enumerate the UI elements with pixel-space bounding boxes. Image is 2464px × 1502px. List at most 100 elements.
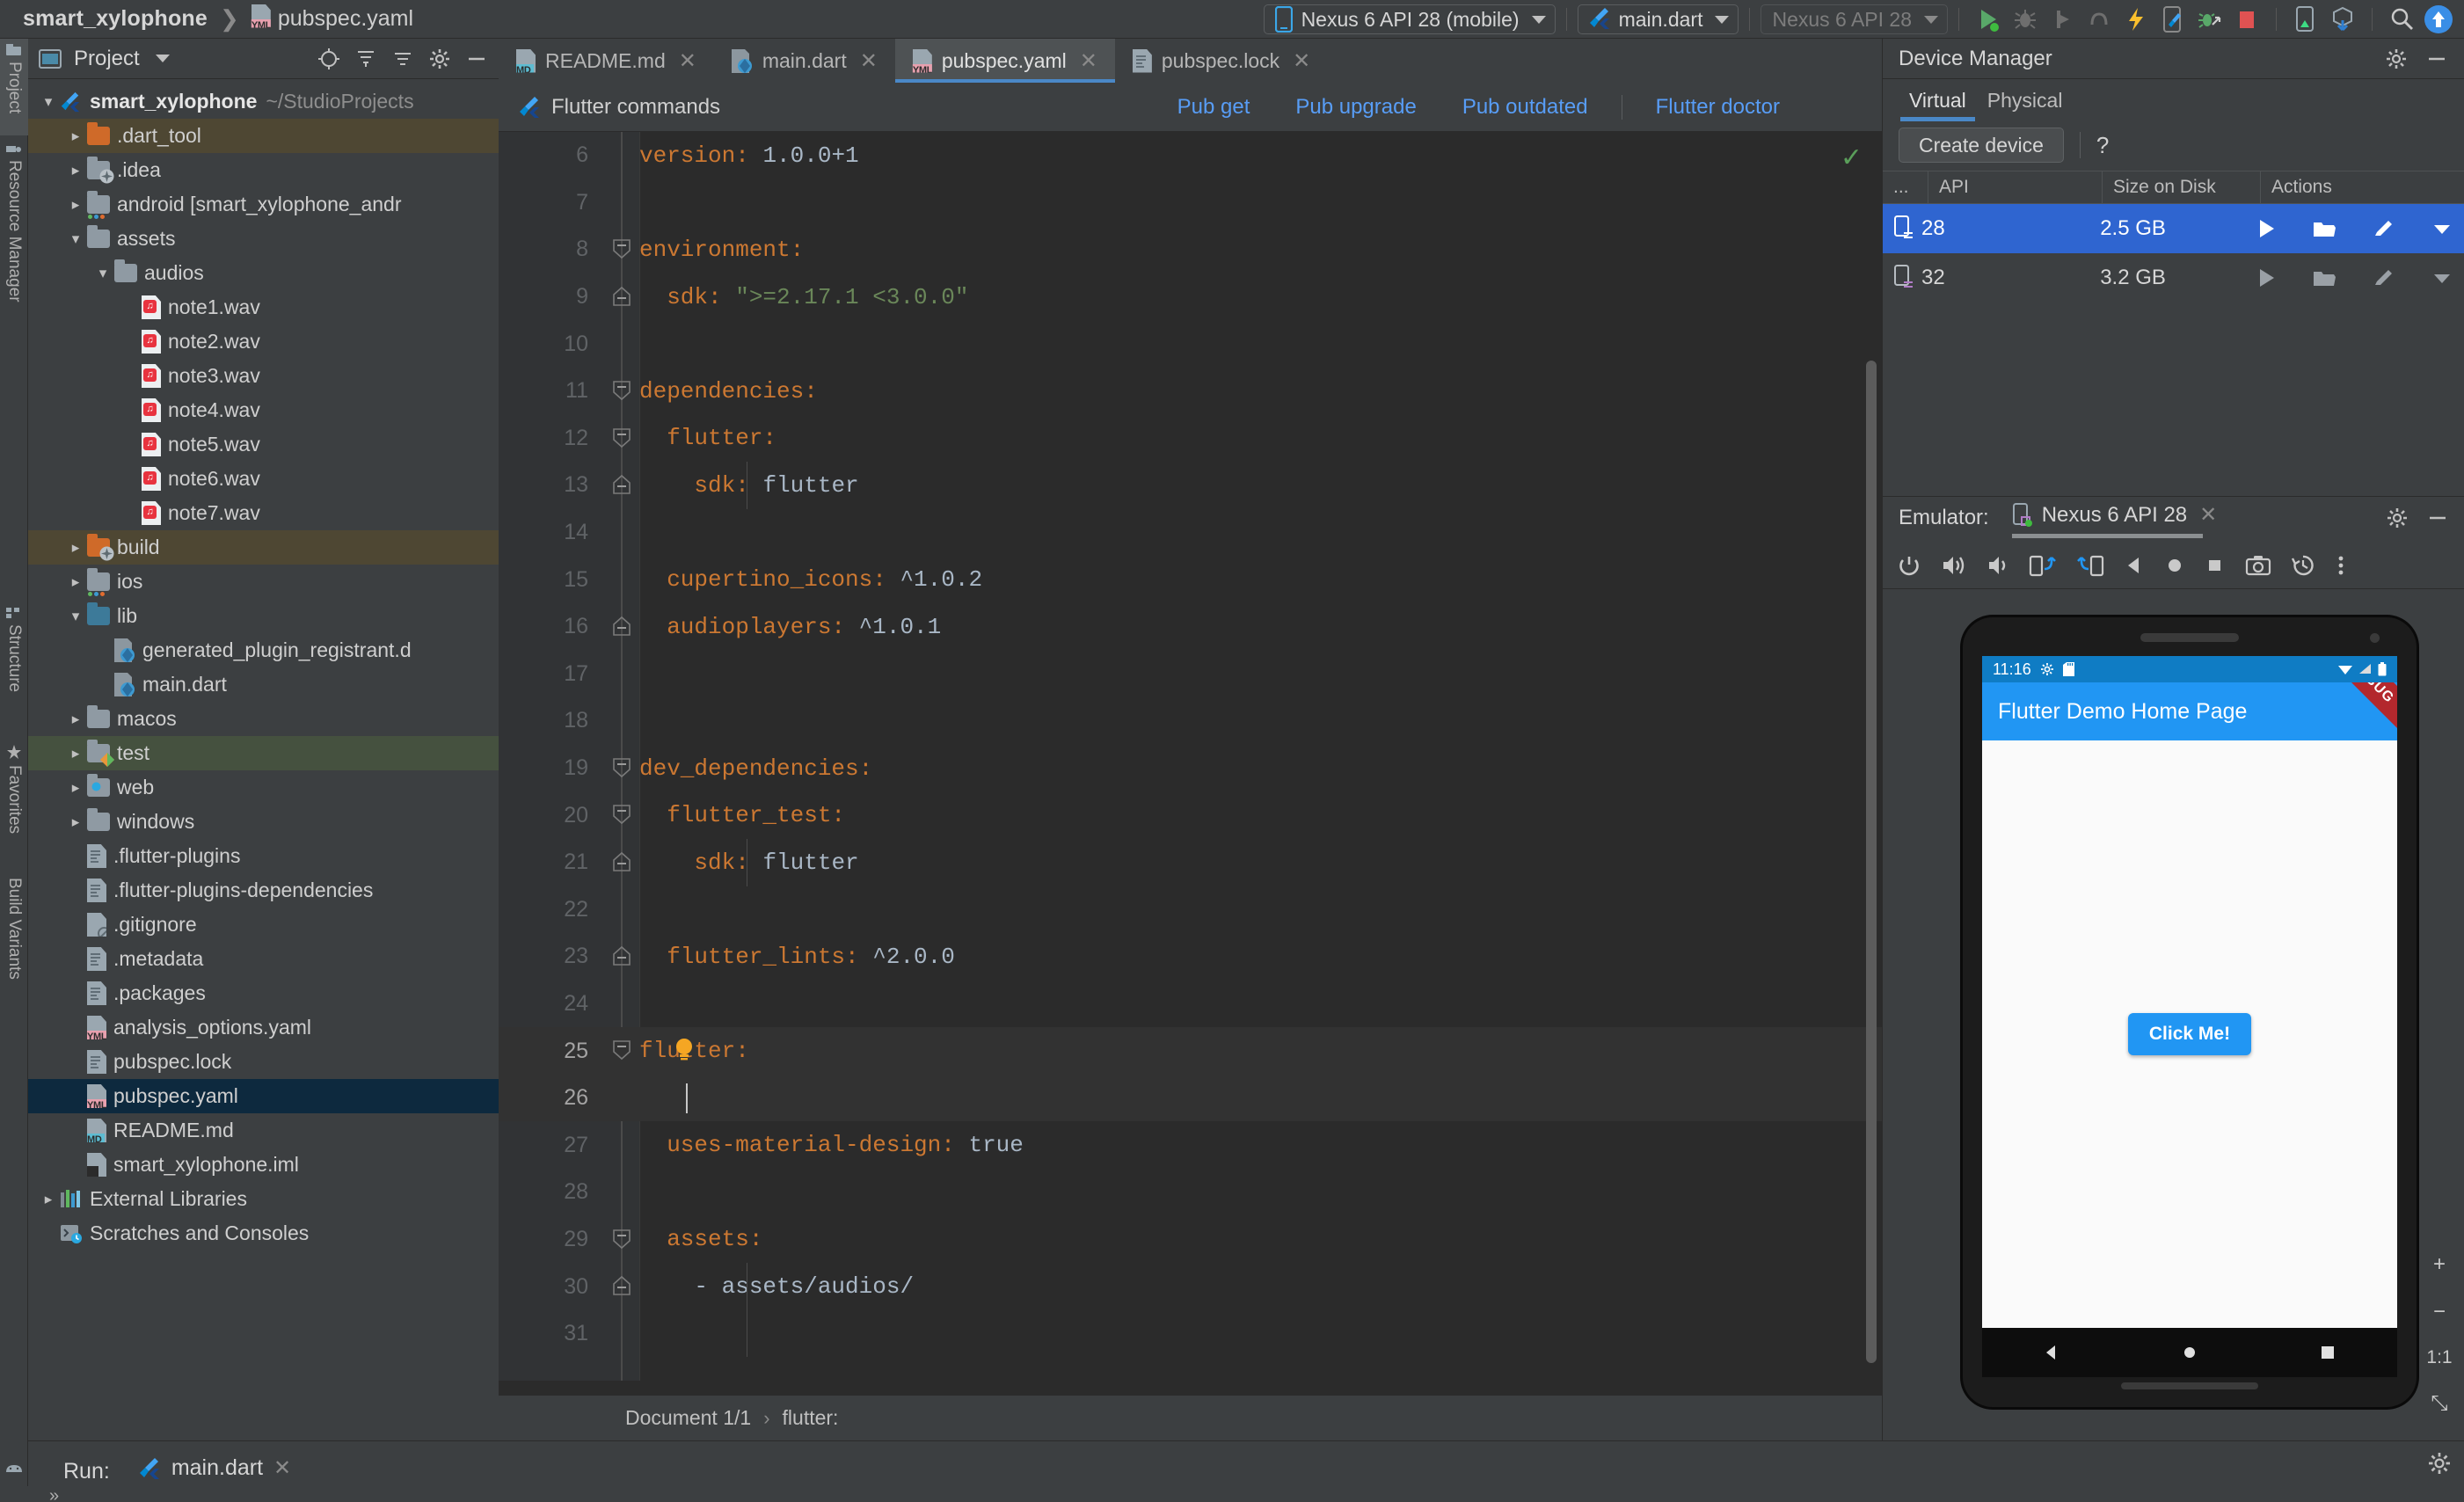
- create-device-button[interactable]: Create device: [1899, 128, 2064, 163]
- tree-row[interactable]: ▸ generated_plugin_registrant.d: [28, 633, 499, 667]
- collapse-all-icon[interactable]: [391, 47, 414, 70]
- home-icon[interactable]: [2164, 554, 2185, 577]
- avatar-icon[interactable]: [2420, 1, 2457, 38]
- fold-minus-icon[interactable]: [611, 238, 632, 259]
- chevron-down-icon[interactable]: [2431, 217, 2453, 240]
- code-line[interactable]: 30 - assets/audios/: [499, 1263, 1882, 1310]
- hide-panel-icon[interactable]: [2425, 47, 2448, 70]
- tree-expander[interactable]: ▾: [37, 93, 60, 111]
- code-line[interactable]: 13 sdk: flutter: [499, 462, 1882, 509]
- tree-row[interactable]: ▸ pubspec.lock: [28, 1045, 499, 1079]
- flutter-command-link[interactable]: Pub outdated: [1440, 95, 1611, 120]
- device-manager-tab[interactable]: Virtual: [1899, 89, 1977, 121]
- device-table-column-header[interactable]: Size on Disk: [2103, 171, 2261, 204]
- tree-row[interactable]: ▸ .dart_tool: [28, 119, 499, 153]
- code-line[interactable]: 19 dev_dependencies:: [499, 745, 1882, 792]
- code-line[interactable]: 24: [499, 981, 1882, 1028]
- fold-minus-end-icon[interactable]: [611, 286, 632, 307]
- tree-expander[interactable]: ▸: [64, 539, 87, 557]
- code-line[interactable]: 29 assets:: [499, 1216, 1882, 1264]
- tree-row[interactable]: ▸ External Libraries: [28, 1182, 499, 1216]
- overview-icon[interactable]: [2205, 554, 2226, 577]
- sidebar-item-resource-manager[interactable]: Resource Manager: [0, 137, 28, 331]
- rotate-left-icon[interactable]: [2029, 553, 2057, 578]
- device-table-column-header[interactable]: ...: [1883, 171, 1928, 204]
- help-icon[interactable]: ?: [2096, 132, 2109, 159]
- tree-row[interactable]: ▸YML pubspec.yaml: [28, 1079, 499, 1113]
- tree-expander[interactable]: ▸: [64, 196, 87, 214]
- code-line[interactable]: 8 environment:: [499, 226, 1882, 273]
- fold-minus-icon[interactable]: [611, 380, 632, 401]
- device-row[interactable]: 28 2.5 GB: [1883, 204, 2464, 253]
- volume-up-icon[interactable]: [1941, 553, 1967, 578]
- history-icon[interactable]: [2291, 553, 2315, 578]
- close-icon[interactable]: ✕: [2199, 502, 2217, 528]
- tree-expander[interactable]: ▾: [64, 230, 87, 248]
- fold-minus-end-icon[interactable]: [611, 474, 632, 495]
- code-line[interactable]: 28: [499, 1169, 1882, 1216]
- settings-gear-icon[interactable]: [2427, 1451, 2452, 1476]
- tree-row[interactable]: ▸ test: [28, 736, 499, 770]
- zoom-in-icon[interactable]: +: [2433, 1252, 2446, 1277]
- run-tab[interactable]: main.dart ✕: [137, 1455, 291, 1495]
- flutter-command-link[interactable]: Pub upgrade: [1272, 95, 1439, 120]
- tree-expander[interactable]: ▸: [37, 1225, 60, 1243]
- coverage-icon[interactable]: [2081, 1, 2118, 38]
- tree-expander[interactable]: ▸: [64, 951, 87, 968]
- tree-expander[interactable]: ▸: [64, 711, 87, 728]
- debug-icon[interactable]: [2007, 1, 2044, 38]
- tree-row[interactable]: ▸ macos: [28, 702, 499, 736]
- tree-row[interactable]: ▾ audios: [28, 256, 499, 290]
- tree-expander[interactable]: ▸: [64, 162, 87, 179]
- code-line[interactable]: 20 flutter_test:: [499, 791, 1882, 839]
- hot-reload-icon[interactable]: [2118, 1, 2154, 38]
- stop-icon[interactable]: [2228, 1, 2265, 38]
- tree-row[interactable]: ▾ smart_xylophone ~/StudioProjects: [28, 84, 499, 119]
- tree-row[interactable]: ▾ assets: [28, 222, 499, 256]
- tree-row[interactable]: ▸♫ note5.wav: [28, 427, 499, 462]
- more-icon[interactable]: [2335, 553, 2347, 578]
- tree-expander[interactable]: ▸: [91, 642, 114, 660]
- device-table-column-header[interactable]: API: [1928, 171, 2103, 204]
- tree-row[interactable]: ▾ lib: [28, 599, 499, 633]
- tree-row[interactable]: ▸YML analysis_options.yaml: [28, 1010, 499, 1045]
- play-icon[interactable]: [2255, 217, 2278, 240]
- tree-expander[interactable]: ▸: [119, 299, 142, 317]
- tree-row[interactable]: ▸_ smart_xylophone.iml: [28, 1148, 499, 1182]
- code-line[interactable]: 15 cupertino_icons: ^1.0.2: [499, 556, 1882, 603]
- tree-expander[interactable]: ▸: [64, 813, 87, 831]
- fold-minus-icon[interactable]: [611, 427, 632, 448]
- editor-tab[interactable]: YML pubspec.yaml ✕: [894, 39, 1115, 83]
- tree-row[interactable]: ▸ .idea: [28, 153, 499, 187]
- device-table-column-header[interactable]: Actions: [2261, 171, 2463, 204]
- code-line[interactable]: 7: [499, 179, 1882, 227]
- tree-expander[interactable]: ▸: [119, 470, 142, 488]
- attach-debugger-icon[interactable]: [2191, 1, 2228, 38]
- folder-icon[interactable]: [2313, 218, 2337, 239]
- edit-icon[interactable]: [2373, 266, 2395, 289]
- tree-expander[interactable]: ▸: [64, 573, 87, 591]
- tree-expander[interactable]: ▸: [64, 848, 87, 865]
- volume-down-icon[interactable]: [1987, 553, 2009, 578]
- fold-minus-end-icon[interactable]: [611, 1275, 632, 1296]
- tree-row[interactable]: ▸ .packages: [28, 976, 499, 1010]
- back-icon[interactable]: [2124, 554, 2145, 577]
- locate-icon[interactable]: [317, 47, 340, 70]
- code-line[interactable]: 14: [499, 509, 1882, 557]
- folder-icon[interactable]: [2313, 267, 2337, 288]
- click-me-button[interactable]: Click Me!: [2127, 1013, 2252, 1055]
- tree-expander[interactable]: ▸: [37, 1191, 60, 1208]
- tree-row[interactable]: ▸MD README.md: [28, 1113, 499, 1148]
- hide-panel-icon[interactable]: [2426, 507, 2449, 529]
- tree-expander[interactable]: ▸: [64, 985, 87, 1003]
- tree-row[interactable]: ▸♫ note1.wav: [28, 290, 499, 324]
- tree-row[interactable]: ▸♫ note7.wav: [28, 496, 499, 530]
- code-line[interactable]: 10: [499, 320, 1882, 368]
- tree-row[interactable]: ▸♫ note6.wav: [28, 462, 499, 496]
- tree-expander[interactable]: ▸: [64, 916, 87, 934]
- flutter-command-link[interactable]: Flutter doctor: [1633, 95, 1803, 120]
- tree-expander[interactable]: ▸: [64, 882, 87, 900]
- fold-minus-icon[interactable]: [611, 1229, 632, 1250]
- sidebar-item-favorites[interactable]: Favorites: [0, 739, 28, 866]
- device-file-explorer-icon[interactable]: [2324, 1, 2361, 38]
